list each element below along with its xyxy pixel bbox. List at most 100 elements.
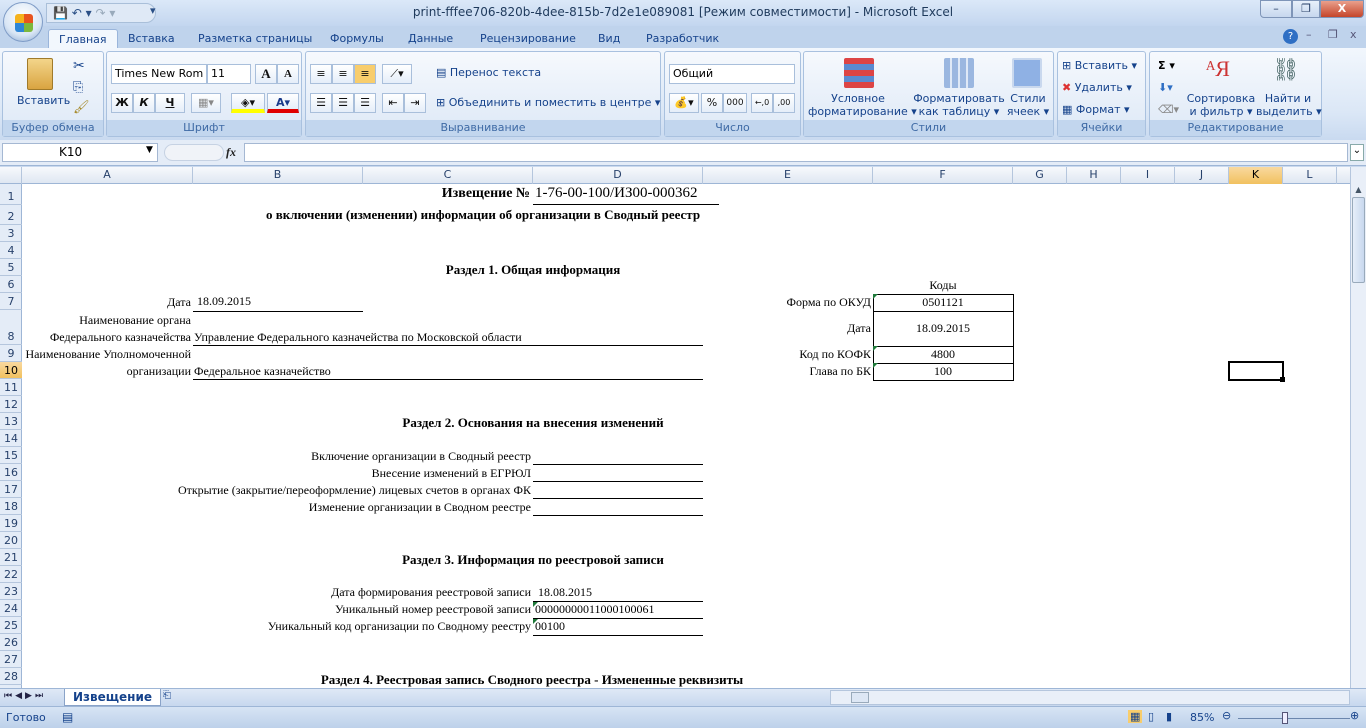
align-bottom-button[interactable]: ≡ — [354, 64, 376, 84]
formula-input[interactable] — [244, 143, 1348, 162]
office-button[interactable] — [3, 2, 43, 42]
row-header-10[interactable]: 10 — [0, 362, 22, 379]
borders-button[interactable]: ▦▾ — [191, 93, 221, 113]
scroll-up-icon[interactable]: ▲ — [1352, 185, 1365, 197]
zoom-slider-thumb[interactable] — [1281, 712, 1288, 724]
help-icon[interactable]: ? — [1283, 29, 1298, 44]
column-header-b[interactable]: B — [193, 167, 363, 184]
decrease-indent-button[interactable]: ⇤ — [382, 93, 404, 113]
page-layout-view-icon[interactable]: ▯ — [1148, 710, 1154, 723]
column-header-f[interactable]: F — [873, 167, 1013, 184]
delete-cells-button[interactable]: ✖ Удалить ▾ — [1062, 81, 1132, 94]
row-header-2[interactable]: 2 — [0, 205, 22, 225]
restore-button[interactable]: ❐ — [1292, 0, 1320, 18]
name-box-dropdown-icon[interactable]: ▼ — [146, 145, 153, 155]
select-all-button[interactable] — [0, 167, 22, 184]
zoom-out-icon[interactable]: ⊖ — [1222, 709, 1231, 722]
zoom-slider[interactable] — [1238, 718, 1350, 719]
tab-page-layout[interactable]: Разметка страницы — [188, 29, 322, 48]
row-header-26[interactable]: 26 — [0, 634, 22, 651]
close-button[interactable]: X — [1320, 0, 1364, 18]
row-header-9[interactable]: 9 — [0, 345, 22, 362]
align-top-button[interactable]: ≡ — [310, 64, 332, 84]
zoom-in-icon[interactable]: ⊕ — [1350, 709, 1359, 722]
worksheet-grid[interactable]: Извещение № 1-76-00-100/ИЗ00-000362 о вк… — [22, 184, 1350, 688]
name-box[interactable]: K10 — [2, 143, 158, 162]
horizontal-scrollbar[interactable] — [830, 690, 1350, 705]
row-header-8[interactable]: 8 — [0, 310, 22, 345]
align-center-button[interactable]: ☰ — [332, 93, 354, 113]
zoom-level[interactable]: 85% — [1190, 711, 1214, 724]
insert-sheet-icon[interactable]: ⎗ — [154, 690, 180, 705]
currency-button[interactable]: 💰▾ — [669, 93, 699, 113]
percent-button[interactable]: % — [701, 93, 723, 113]
vertical-scroll-thumb[interactable] — [1352, 197, 1365, 283]
row-header-14[interactable]: 14 — [0, 430, 22, 447]
row-header-17[interactable]: 17 — [0, 481, 22, 498]
page-break-view-icon[interactable]: ▮ — [1166, 710, 1172, 723]
column-header-g[interactable]: G — [1013, 167, 1067, 184]
row-header-16[interactable]: 16 — [0, 464, 22, 481]
horizontal-scroll-thumb[interactable] — [851, 692, 869, 703]
sort-filter-button[interactable]: Сортировка и фильтр ▾ — [1186, 92, 1256, 118]
row-header-12[interactable]: 12 — [0, 396, 22, 413]
ribbon-restore-icon[interactable]: ❐ — [1328, 28, 1338, 41]
row-header-11[interactable]: 11 — [0, 379, 22, 396]
save-icon[interactable]: 💾 — [53, 6, 68, 20]
ribbon-close-icon[interactable]: x — [1350, 28, 1357, 41]
fill-color-button[interactable]: ◈▾ — [231, 93, 265, 113]
row-header-18[interactable]: 18 — [0, 498, 22, 515]
align-left-button[interactable]: ☰ — [310, 93, 332, 113]
macro-record-icon[interactable]: ▤ — [62, 710, 73, 724]
find-select-button[interactable]: Найти и выделить ▾ — [1256, 92, 1322, 118]
row-header-3[interactable]: 3 — [0, 225, 22, 242]
selected-cell-k10[interactable] — [1228, 361, 1284, 381]
align-right-button[interactable]: ☰ — [354, 93, 376, 113]
wrap-text-button[interactable]: ▤ Перенос текста — [436, 66, 541, 79]
sheet-navigation-icons[interactable]: ⏮◀▶⏭ — [4, 691, 46, 701]
tab-review[interactable]: Рецензирование — [470, 29, 586, 48]
format-as-table-button[interactable]: Форматировать как таблицу ▾ — [912, 92, 1006, 118]
cell-styles-button[interactable]: Стили ячеек ▾ — [1004, 92, 1052, 118]
column-header-j[interactable]: J — [1175, 167, 1229, 184]
row-header-19[interactable]: 19 — [0, 515, 22, 532]
row-header-23[interactable]: 23 — [0, 583, 22, 600]
cut-icon[interactable]: ✂ — [73, 58, 85, 74]
bold-button[interactable]: Ж — [111, 93, 133, 113]
row-header-15[interactable]: 15 — [0, 447, 22, 464]
merge-center-button[interactable]: ⊞ Объединить и поместить в центре ▾ — [436, 96, 660, 109]
row-header-28[interactable]: 28 — [0, 668, 22, 685]
tab-data[interactable]: Данные — [398, 29, 463, 48]
row-header-1[interactable]: 1 — [0, 184, 22, 205]
tab-insert[interactable]: Вставка — [118, 29, 185, 48]
grow-font-button[interactable]: A — [255, 64, 277, 84]
tab-formulas[interactable]: Формулы — [320, 29, 394, 48]
decrease-decimal-button[interactable]: ,00 — [773, 93, 795, 113]
row-header-5[interactable]: 5 — [0, 259, 22, 276]
tab-view[interactable]: Вид — [588, 29, 630, 48]
ribbon-minimize-icon[interactable]: – — [1306, 28, 1312, 41]
paste-icon[interactable] — [27, 58, 53, 90]
undo-button[interactable]: ↶ ▾ — [72, 6, 92, 20]
tab-developer[interactable]: Разработчик — [636, 29, 729, 48]
copy-icon[interactable]: ⎘ — [73, 80, 83, 95]
paste-button[interactable]: Вставить — [17, 94, 70, 107]
redo-button[interactable]: ↷ ▾ — [96, 6, 116, 20]
column-header-d[interactable]: D — [533, 167, 703, 184]
minimize-button[interactable]: – — [1260, 0, 1292, 18]
tab-home[interactable]: Главная — [48, 29, 118, 48]
column-header-h[interactable]: H — [1067, 167, 1121, 184]
customize-qat-button[interactable]: ▾ — [150, 4, 156, 17]
row-header-21[interactable]: 21 — [0, 549, 22, 566]
increase-indent-button[interactable]: ⇥ — [404, 93, 426, 113]
column-header-l[interactable]: L — [1283, 167, 1337, 184]
row-header-25[interactable]: 25 — [0, 617, 22, 634]
number-format-combo[interactable]: Общий — [669, 64, 795, 84]
vertical-scrollbar[interactable]: ▲ — [1350, 167, 1366, 688]
row-header-27[interactable]: 27 — [0, 651, 22, 668]
font-color-button[interactable]: A▾ — [267, 93, 299, 113]
column-header-c[interactable]: C — [363, 167, 533, 184]
insert-function-button[interactable]: fx — [226, 145, 236, 160]
fill-button[interactable]: ⬇▾ — [1158, 81, 1173, 94]
italic-button[interactable]: К — [133, 93, 155, 113]
